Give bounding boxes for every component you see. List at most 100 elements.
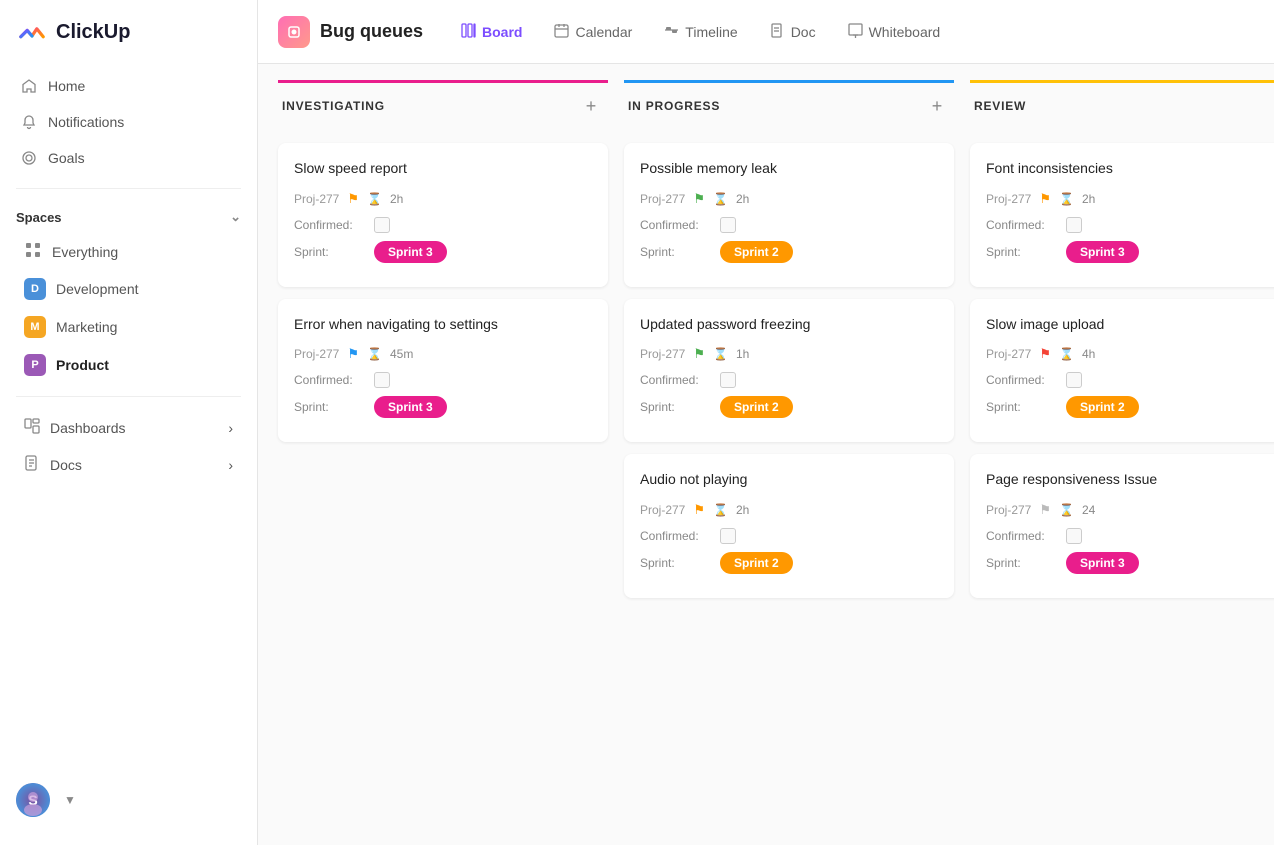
confirmed-label-5: Confirmed:	[640, 529, 712, 543]
topbar: Bug queues Board Calendar Timeline	[258, 0, 1274, 64]
flag-icon-4: ⚑	[693, 346, 705, 362]
confirmed-checkbox-8[interactable]	[1066, 528, 1082, 544]
logo-text: ClickUp	[56, 21, 130, 44]
confirmed-label-3: Confirmed:	[640, 218, 712, 232]
spaces-label: Spaces	[16, 210, 62, 225]
column-add-in-progress[interactable]: +	[924, 93, 950, 119]
sidebar-divider-2	[16, 396, 241, 397]
whiteboard-label: Whiteboard	[869, 24, 941, 40]
sidebar-item-development[interactable]: D Development	[8, 270, 249, 308]
confirmed-checkbox-1[interactable]	[374, 217, 390, 233]
dashboards-label: Dashboards	[50, 420, 126, 436]
product-label: Product	[56, 357, 109, 373]
sprint-badge-1[interactable]: Sprint 3	[374, 241, 447, 263]
confirmed-checkbox-2[interactable]	[374, 372, 390, 388]
sprint-label-7: Sprint:	[986, 400, 1058, 414]
flag-icon-8: ⚑	[1039, 502, 1051, 518]
card-audio-not-playing[interactable]: Audio not playing Proj-277 ⚑ ⌛ 2h Confir…	[624, 454, 954, 598]
flag-icon-1: ⚑	[347, 191, 359, 207]
sprint-label-3: Sprint:	[640, 245, 712, 259]
time-val-3: 2h	[736, 192, 749, 206]
sidebar-item-goals-label: Goals	[48, 150, 85, 166]
card-error-navigating[interactable]: Error when navigating to settings Proj-2…	[278, 299, 608, 443]
card-slow-image[interactable]: Slow image upload Proj-277 ⚑ ⌛ 4h Confir…	[970, 299, 1274, 443]
card-font-inconsistencies[interactable]: Font inconsistencies Proj-277 ⚑ ⌛ 2h Con…	[970, 143, 1274, 287]
confirmed-checkbox-5[interactable]	[720, 528, 736, 544]
docs-label: Docs	[50, 457, 82, 473]
card-title-font: Font inconsistencies	[986, 159, 1274, 179]
column-header-investigating: INVESTIGATING +	[278, 80, 608, 131]
column-in-progress: IN PROGRESS + Possible memory leak Proj-…	[624, 80, 954, 829]
card-proj-2: Proj-277	[294, 347, 339, 361]
sidebar-item-product[interactable]: P Product	[8, 346, 249, 384]
sprint-badge-4[interactable]: Sprint 2	[720, 396, 793, 418]
avatar[interactable]: S	[16, 783, 50, 817]
sidebar-item-everything[interactable]: Everything	[8, 233, 249, 270]
topbar-nav-doc[interactable]: Doc	[756, 16, 830, 48]
card-meta-font: Proj-277 ⚑ ⌛ 2h	[986, 191, 1274, 207]
card-field-sprint-4: Sprint: Sprint 2	[640, 396, 938, 418]
sidebar-item-dashboards[interactable]: Dashboards ›	[8, 409, 249, 446]
topbar-nav-calendar[interactable]: Calendar	[540, 16, 646, 48]
sprint-badge-7[interactable]: Sprint 2	[1066, 396, 1139, 418]
sprint-badge-3[interactable]: Sprint 2	[720, 241, 793, 263]
column-add-review[interactable]: +	[1270, 93, 1274, 119]
card-title-page-resp: Page responsiveness Issue	[986, 470, 1274, 490]
time-val-6: 2h	[1082, 192, 1095, 206]
chevron-down-icon[interactable]: ⌄	[230, 209, 241, 225]
confirmed-checkbox-7[interactable]	[1066, 372, 1082, 388]
confirmed-checkbox-4[interactable]	[720, 372, 736, 388]
card-meta-password-freeze: Proj-277 ⚑ ⌛ 1h	[640, 346, 938, 362]
topbar-nav-board[interactable]: Board	[447, 16, 536, 48]
sprint-badge-8[interactable]: Sprint 3	[1066, 552, 1139, 574]
card-field-sprint-5: Sprint: Sprint 2	[640, 552, 938, 574]
sidebar-item-home[interactable]: Home	[8, 68, 249, 104]
card-proj-4: Proj-277	[640, 347, 685, 361]
column-add-investigating[interactable]: +	[578, 93, 604, 119]
development-label: Development	[56, 281, 139, 297]
whiteboard-icon	[848, 23, 863, 41]
marketing-avatar: M	[24, 316, 46, 338]
card-field-confirmed-8: Confirmed:	[986, 528, 1274, 544]
dashboards-chevron-icon: ›	[228, 420, 233, 436]
sprint-badge-2[interactable]: Sprint 3	[374, 396, 447, 418]
sprint-badge-5[interactable]: Sprint 2	[720, 552, 793, 574]
time-val-1: 2h	[390, 192, 403, 206]
user-profile-area[interactable]: S ▼	[0, 771, 257, 829]
logo[interactable]: ClickUp	[0, 16, 257, 68]
home-icon	[20, 77, 38, 95]
topbar-title-text: Bug queues	[320, 21, 423, 42]
topbar-nav-timeline[interactable]: Timeline	[650, 16, 751, 48]
sidebar-item-marketing[interactable]: M Marketing	[8, 308, 249, 346]
sprint-label-6: Sprint:	[986, 245, 1058, 259]
flag-icon-5: ⚑	[693, 502, 705, 518]
marketing-label: Marketing	[56, 319, 117, 335]
confirmed-checkbox-6[interactable]	[1066, 217, 1082, 233]
time-icon-3: ⌛	[713, 192, 728, 206]
docs-chevron-icon: ›	[228, 457, 233, 473]
topbar-nav-whiteboard[interactable]: Whiteboard	[834, 16, 955, 48]
sidebar-item-docs[interactable]: Docs ›	[8, 446, 249, 483]
flag-icon-7: ⚑	[1039, 346, 1051, 362]
card-memory-leak[interactable]: Possible memory leak Proj-277 ⚑ ⌛ 2h Con…	[624, 143, 954, 287]
board-icon	[461, 23, 476, 41]
card-proj-1: Proj-277	[294, 192, 339, 206]
sprint-label-2: Sprint:	[294, 400, 366, 414]
card-meta-slow-image: Proj-277 ⚑ ⌛ 4h	[986, 346, 1274, 362]
everything-grid-icon	[24, 241, 42, 262]
card-page-responsiveness[interactable]: Page responsiveness Issue Proj-277 ⚑ ⌛ 2…	[970, 454, 1274, 598]
confirmed-checkbox-3[interactable]	[720, 217, 736, 233]
sprint-badge-6[interactable]: Sprint 3	[1066, 241, 1139, 263]
card-title-slow-speed: Slow speed report	[294, 159, 592, 179]
card-title-slow-image: Slow image upload	[986, 315, 1274, 335]
clickup-logo-icon	[16, 16, 48, 48]
card-password-freeze[interactable]: Updated password freezing Proj-277 ⚑ ⌛ 1…	[624, 299, 954, 443]
sidebar-item-goals[interactable]: Goals	[8, 140, 249, 176]
confirmed-label-8: Confirmed:	[986, 529, 1058, 543]
time-icon-6: ⌛	[1059, 192, 1074, 206]
sidebar-item-notifications[interactable]: Notifications	[8, 104, 249, 140]
timeline-label: Timeline	[685, 24, 737, 40]
confirmed-label-7: Confirmed:	[986, 373, 1058, 387]
card-slow-speed[interactable]: Slow speed report Proj-277 ⚑ ⌛ 2h Confir…	[278, 143, 608, 287]
card-field-confirmed-5: Confirmed:	[640, 528, 938, 544]
